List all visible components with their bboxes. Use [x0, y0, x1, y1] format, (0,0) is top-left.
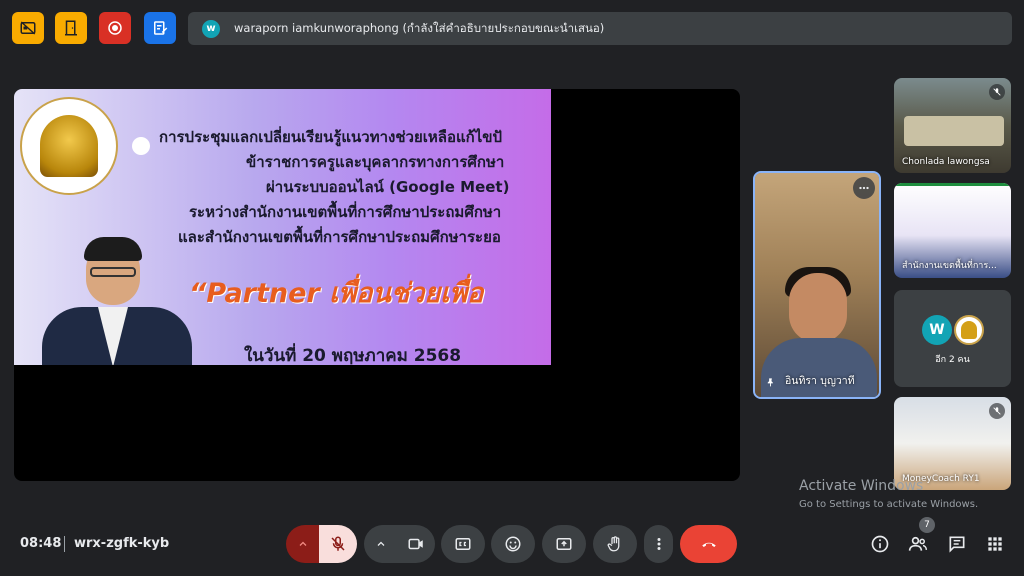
participant-name: Chonlada lawongsa — [902, 157, 990, 167]
participant-tile[interactable]: สำนักงานเขตพื้นที่การ... — [894, 183, 1011, 278]
more-horiz-icon — [859, 186, 869, 190]
participant-tile[interactable]: Chonlada lawongsa — [894, 78, 1011, 173]
people-icon — [908, 536, 928, 551]
reactions-button[interactable] — [491, 525, 535, 563]
raise-hand-button[interactable] — [593, 525, 637, 563]
obec-logo — [20, 97, 118, 195]
speaker-name: อินทิรา บุญวาที — [785, 375, 855, 387]
shared-slide: การประชุมแลกเปลี่ยนเรียนรู้แนวทางช่วยเหล… — [14, 89, 551, 365]
edit-doc-icon — [154, 21, 168, 35]
hand-icon — [607, 536, 620, 552]
presenter-banner: w waraporn iamkunworaphong (กำลังใส่คำอธ… — [188, 12, 1012, 45]
no-cc-icon — [20, 21, 36, 35]
activities-button[interactable] — [984, 533, 1006, 555]
notes-button[interactable] — [144, 12, 176, 44]
door-icon — [65, 20, 77, 36]
pin-icon — [767, 378, 773, 387]
recording-button[interactable] — [99, 12, 131, 44]
meeting-clock: 08:48 — [20, 536, 62, 551]
more-options-button[interactable] — [853, 177, 875, 199]
chat-button[interactable] — [946, 533, 968, 555]
chevron-up-icon — [377, 541, 384, 546]
present-screen-icon — [556, 538, 572, 550]
info-icon — [871, 535, 889, 553]
slide-speaker-photo — [42, 237, 192, 365]
mic-off-icon — [989, 84, 1005, 100]
people-button[interactable] — [907, 533, 929, 555]
divider — [64, 536, 65, 552]
closed-captions-icon — [455, 538, 471, 550]
presenter-avatar: w — [202, 19, 220, 38]
emoji-icon — [505, 536, 521, 552]
video-options-button[interactable] — [364, 525, 397, 563]
mic-toggle-button[interactable] — [319, 525, 357, 563]
active-speaker-tile[interactable]: อินทิรา บุญวาที — [753, 171, 881, 399]
people-count-badge: 7 — [919, 517, 935, 533]
camera-toggle-button[interactable] — [397, 525, 435, 563]
meeting-code: wrx-zgfk-kyb — [74, 536, 170, 551]
slide-line-1: การประชุมแลกเปลี่ยนเรียนรู้แนวทางช่วยเหล… — [159, 128, 503, 146]
chevron-up-icon — [299, 541, 306, 546]
present-screen-button[interactable] — [542, 525, 586, 563]
more-options-button[interactable] — [644, 525, 673, 563]
presentation-stage: การประชุมแลกเปลี่ยนเรียนรู้แนวทางช่วยเหล… — [14, 89, 740, 481]
meeting-details-button[interactable] — [869, 533, 891, 555]
audio-options-button[interactable] — [286, 525, 319, 563]
leave-door-button[interactable] — [55, 12, 87, 44]
captions-off-button[interactable] — [12, 12, 44, 44]
camera-control-group — [364, 525, 435, 563]
hang-up-icon — [701, 542, 716, 547]
participant-name: สำนักงานเขตพื้นที่การ... — [902, 261, 997, 271]
participant-avatar: W — [922, 315, 952, 345]
slide-partner-title: “Partner เพื่อนช่วยเพื่อ — [189, 278, 484, 309]
activate-windows-subtitle: Go to Settings to activate Windows. — [799, 499, 979, 510]
presenter-notice: waraporn iamkunworaphong (กำลังใส่คำอธิบ… — [234, 20, 605, 35]
participant-tile[interactable]: MoneyCoach RY1 — [894, 397, 1011, 490]
speaking-indicator — [894, 183, 1011, 186]
slide-date: ในวันที่ 20 พฤษภาคม 2568 — [244, 346, 462, 365]
more-vert-icon — [657, 538, 660, 550]
more-participants-label: อีก 2 คน — [935, 355, 970, 365]
apps-grid-icon — [988, 537, 1002, 551]
activate-windows-title: Activate Windows — [799, 478, 924, 494]
slide-line-5: และสำนักงานเขตพื้นที่การศึกษาประถมศึกษาร… — [178, 228, 501, 246]
record-icon — [108, 21, 122, 35]
mic-off-icon — [989, 403, 1005, 419]
obec-logo-avatar — [954, 315, 984, 345]
slide-bullet — [132, 137, 150, 155]
more-participants-tile[interactable]: W อีก 2 คน — [894, 290, 1011, 387]
chat-icon — [949, 536, 965, 553]
camera-icon — [408, 538, 423, 550]
end-call-button[interactable] — [680, 525, 737, 563]
slide-line-3: ผ่านระบบออนไลน์ (Google Meet) — [266, 178, 510, 196]
mic-off-icon — [331, 536, 345, 551]
slide-line-4: ระหว่างสำนักงานเขตพื้นที่การศึกษาประถมศึ… — [189, 203, 502, 221]
slide-line-2: ข้าราชการครูและบุคลากรทางการศึกษา — [246, 153, 505, 171]
captions-button[interactable] — [441, 525, 485, 563]
mic-control-group — [286, 525, 357, 563]
